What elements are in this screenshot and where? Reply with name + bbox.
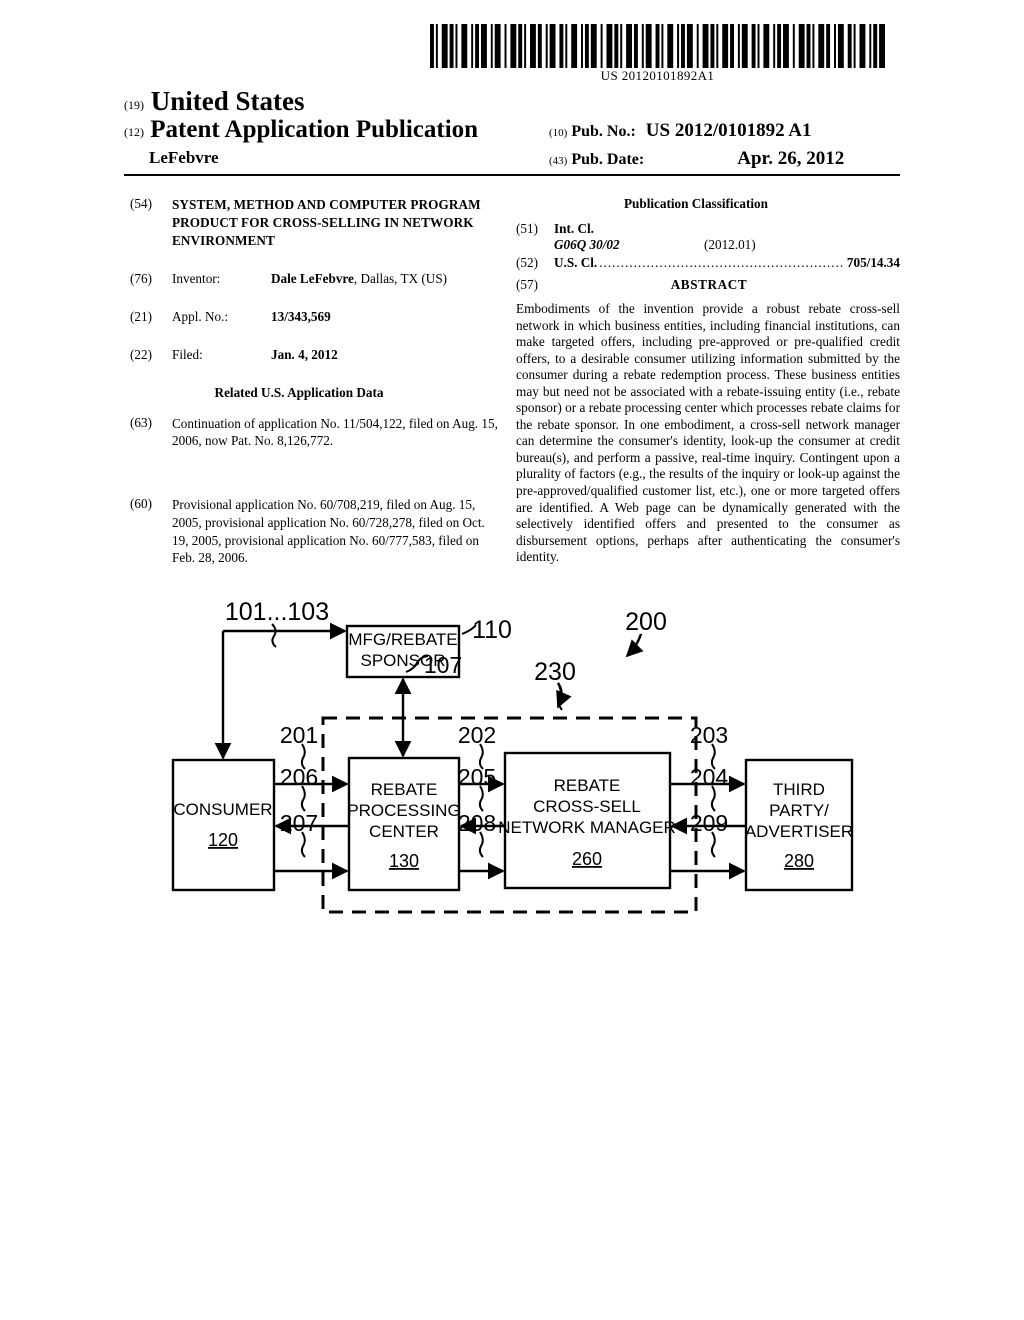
document-type: Patent Application Publication xyxy=(150,116,479,143)
tag-76: (76) xyxy=(130,271,152,287)
related-application-data-heading: Related U.S. Application Data xyxy=(214,384,384,400)
figure-block-diagram: 101...103 110 107 200 230 MFG/REBATE SPO… xyxy=(0,588,1024,948)
country-name: United States xyxy=(150,86,305,116)
inventor-surname: LeFebvre xyxy=(149,148,219,167)
leader-101-103 xyxy=(271,623,277,648)
abstract-heading: ABSTRACT xyxy=(670,277,748,292)
barcode xyxy=(430,24,885,68)
tag-57: (57) xyxy=(516,277,538,292)
label-mfg-line2: SPONSOR xyxy=(360,651,445,670)
barcode-bars xyxy=(430,24,885,68)
tag-19: (19) xyxy=(124,98,144,112)
callout-201: 201 xyxy=(280,722,318,748)
int-cl-label: Int. Cl. xyxy=(554,221,594,236)
filed-label: Filed: xyxy=(172,346,203,362)
bibliographic-right-column: Publication Classification (51) Int. Cl.… xyxy=(516,196,900,566)
label-manager-line2: CROSS-SELL xyxy=(533,797,641,816)
us-cl-leader-dots: ........................................… xyxy=(599,255,845,270)
header-divider xyxy=(124,174,900,176)
callout-203: 203 xyxy=(690,722,728,748)
callout-207: 207 xyxy=(280,810,318,836)
label-third-line3: ADVERTISER xyxy=(745,822,853,841)
document-type-line: (12) Patent Application Publication xyxy=(124,116,478,144)
box-consumer xyxy=(171,758,276,892)
int-cl-version: (2012.01) xyxy=(704,237,756,252)
callout-230: 230 xyxy=(534,658,576,686)
label-consumer: CONSUMER xyxy=(173,800,272,819)
appl-no-entry: (21) Appl. No.: 13/343,569 xyxy=(124,309,504,326)
label-rpc-line3: CENTER xyxy=(369,822,439,841)
pubdate-value: Apr. 26, 2012 xyxy=(737,148,845,169)
tag-63: (63) xyxy=(130,414,152,430)
callout-110: 110 xyxy=(472,616,512,644)
arrowhead-200 xyxy=(625,633,644,658)
invention-title: SYSTEM, METHOD AND COMPUTER PROGRAM PROD… xyxy=(172,197,481,248)
publication-classification-heading: Publication Classification xyxy=(624,196,768,211)
tag-21: (21) xyxy=(130,309,152,325)
tag-43: (43) xyxy=(549,155,568,167)
filed-value: Jan. 4, 2012 xyxy=(271,346,338,362)
invention-title-entry: (54) SYSTEM, METHOD AND COMPUTER PROGRAM… xyxy=(124,196,504,249)
label-third-line1: THIRD xyxy=(773,780,825,799)
label-manager-line1: REBATE xyxy=(554,776,621,795)
pubno-label: Pub. No.: xyxy=(571,123,636,140)
label-rpc-line2: PROCESSING xyxy=(347,801,460,820)
tag-51: (51) xyxy=(516,221,538,236)
callout-206: 206 xyxy=(280,764,318,790)
pubno-value: US 2012/0101892 A1 xyxy=(645,120,812,141)
callout-101-103: 101...103 xyxy=(225,598,329,626)
callout-205: 205 xyxy=(458,764,496,790)
us-cl-entry: (52) U.S. Cl. ..........................… xyxy=(516,255,900,271)
masthead: (19) United States (12) Patent Applicati… xyxy=(124,86,900,170)
label-third-line2: PARTY/ xyxy=(769,801,829,820)
figure-svg: 101...103 110 107 200 230 MFG/REBATE SPO… xyxy=(171,598,854,914)
tag-60: (60) xyxy=(130,496,152,512)
tag-22: (22) xyxy=(130,346,152,362)
callout-209: 209 xyxy=(690,810,728,836)
callout-202: 202 xyxy=(458,722,496,748)
country-line: (19) United States xyxy=(124,86,305,117)
ref-rpc-130: 130 xyxy=(389,851,419,871)
tag-10: (10) xyxy=(549,127,568,139)
related-continuation-text: Continuation of application No. 11/504,1… xyxy=(172,415,498,449)
related-provisional-entry: (60) Provisional application No. 60/708,… xyxy=(124,496,504,567)
int-cl-entry: (51) Int. Cl. G06Q 30/02 (2012.01) xyxy=(516,221,900,253)
related-continuation-entry: (63) Continuation of application No. 11/… xyxy=(124,415,504,451)
related-provisional-text: Provisional application No. 60/708,219, … xyxy=(172,497,485,566)
ref-third-280: 280 xyxy=(784,851,814,871)
abstract-text: Embodiments of the invention provide a r… xyxy=(516,301,900,565)
label-mfg-line1: MFG/REBATE xyxy=(348,630,457,649)
appl-no-label: Appl. No.: xyxy=(172,309,229,325)
tag-52: (52) xyxy=(516,255,538,270)
inventor-entry: (76) Inventor: Dale LeFebvre, Dallas, TX … xyxy=(124,271,504,288)
filed-entry: (22) Filed: Jan. 4, 2012 xyxy=(124,347,504,364)
tag-12: (12) xyxy=(124,125,144,139)
inventor-name: Dale LeFebvre xyxy=(271,271,354,287)
publication-number-row: (10) Pub. No.: US 2012/0101892 A1 xyxy=(549,120,900,142)
us-cl-value: 705/14.34 xyxy=(846,255,900,270)
ref-manager-260: 260 xyxy=(572,849,602,869)
label-manager-line3: NETWORK MANAGER xyxy=(498,818,676,837)
publication-date-row: (43) Pub. Date: Apr. 26, 2012 xyxy=(549,148,900,170)
appl-no-value: 13/343,569 xyxy=(271,309,331,325)
inventor-location: , Dallas, TX (US) xyxy=(353,271,448,287)
publication-number-text: US 20120101892A1 xyxy=(600,68,715,83)
us-cl-label: U.S. Cl. xyxy=(554,255,598,270)
callout-200: 200 xyxy=(625,608,667,636)
callout-208: 208 xyxy=(458,810,496,836)
int-cl-code: G06Q 30/02 xyxy=(554,237,620,252)
ref-consumer-120: 120 xyxy=(208,830,238,850)
abstract-heading-row: (57) ABSTRACT xyxy=(516,277,900,293)
tag-54: (54) xyxy=(130,196,152,211)
pubdate-label: Pub. Date: xyxy=(571,151,645,168)
callout-204: 204 xyxy=(690,764,729,790)
inventor-label: Inventor: xyxy=(172,271,221,287)
bibliographic-left-column: (54) SYSTEM, METHOD AND COMPUTER PROGRAM… xyxy=(124,196,504,567)
arrowhead-230 xyxy=(556,682,572,709)
label-rpc-line1: REBATE xyxy=(371,780,438,799)
